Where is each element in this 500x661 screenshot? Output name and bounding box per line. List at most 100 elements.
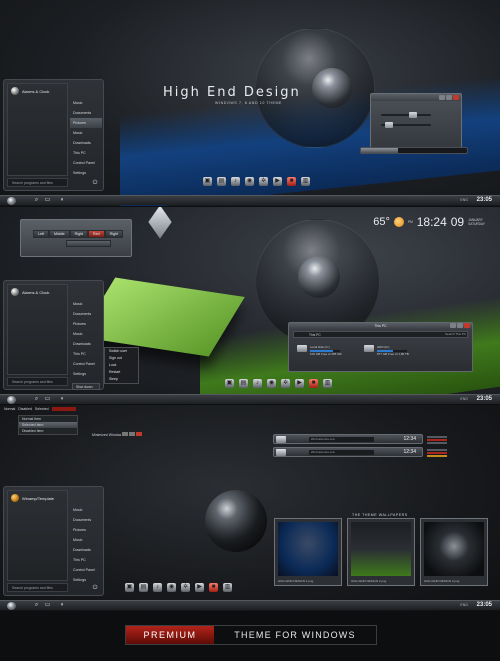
start-menu-item[interactable]: Control Panel xyxy=(70,565,102,575)
power-icon[interactable]: ⏻ xyxy=(91,584,99,592)
dock-app-icon[interactable]: ■ xyxy=(309,379,318,388)
segment-selected[interactable]: Red xyxy=(87,230,105,238)
dock-music-icon[interactable]: ♪ xyxy=(153,583,162,592)
ok-button[interactable] xyxy=(66,240,111,247)
submenu-item[interactable]: Restart xyxy=(105,369,138,376)
dock-settings-icon[interactable]: ✲ xyxy=(281,379,290,388)
start-search-input[interactable]: Search programs and files xyxy=(7,178,68,187)
dock-settings-icon[interactable]: ✲ xyxy=(181,583,190,592)
submenu-item[interactable]: Sign out xyxy=(105,355,138,362)
start-menu-item[interactable]: Pictures xyxy=(70,118,102,128)
dock-computer-icon[interactable]: ▣ xyxy=(225,379,234,388)
submenu-item[interactable]: Sleep xyxy=(105,376,138,383)
tray-language[interactable]: ENG xyxy=(460,198,468,202)
explorer-icon[interactable]: ◐ xyxy=(59,197,66,204)
close-button[interactable] xyxy=(453,95,459,100)
start-menu-item[interactable]: Documents xyxy=(70,108,102,118)
maximize-button[interactable] xyxy=(457,323,463,328)
wallpaper-thumb[interactable]: HIGH END DESIGN 1.png xyxy=(274,518,342,586)
slider-track[interactable] xyxy=(381,114,431,116)
taskbar-clock[interactable]: 23:05 xyxy=(477,197,492,203)
menu-item[interactable]: Disabled xyxy=(18,407,32,411)
dock-computer-icon[interactable]: ▣ xyxy=(203,177,212,186)
taskbar-clock[interactable]: 23:05 xyxy=(477,602,492,608)
start-menu-item[interactable]: Settings xyxy=(70,369,102,379)
dock-trash-icon[interactable]: ▥ xyxy=(223,583,232,592)
dock-globe-icon[interactable]: ◉ xyxy=(267,379,276,388)
dock-globe-icon[interactable]: ◉ xyxy=(167,583,176,592)
shutdown-button[interactable]: Shut down xyxy=(72,383,100,390)
start-menu-item[interactable]: This PC xyxy=(70,148,102,158)
taskview-icon[interactable]: ▭ xyxy=(44,602,51,609)
segment[interactable]: Middle xyxy=(49,230,70,238)
taskview-icon[interactable]: ▭ xyxy=(44,396,51,403)
dock-folder-icon[interactable]: ▤ xyxy=(217,177,226,186)
start-menu-user[interactable]: Winamp/Template xyxy=(8,491,67,505)
dock-video-icon[interactable]: ▶ xyxy=(273,177,282,186)
dock-trash-icon[interactable]: ▥ xyxy=(323,379,332,388)
dock-music-icon[interactable]: ♪ xyxy=(253,379,262,388)
explorer-icon[interactable]: ◐ xyxy=(59,396,66,403)
start-menu-item[interactable]: Music xyxy=(70,329,102,339)
menu-item[interactable]: Selected xyxy=(35,407,49,411)
dock-video-icon[interactable]: ▶ xyxy=(295,379,304,388)
search-icon[interactable]: ⌕ xyxy=(33,396,40,403)
start-button[interactable] xyxy=(7,396,16,404)
dock-folder-icon[interactable]: ▤ xyxy=(239,379,248,388)
slider-thumb[interactable] xyxy=(385,122,393,128)
tray-language[interactable]: ENG xyxy=(460,397,468,401)
menu-item[interactable]: Normal xyxy=(4,407,15,411)
dock-settings-icon[interactable]: ✲ xyxy=(259,177,268,186)
start-menu-item[interactable]: Documents xyxy=(70,515,102,525)
submenu-item[interactable]: Switch user xyxy=(105,348,138,355)
start-menu-item[interactable]: Settings xyxy=(70,168,102,178)
maximize-button[interactable] xyxy=(446,95,452,100)
start-menu-item[interactable]: Music xyxy=(70,299,102,309)
wallpaper-thumb[interactable]: HIGH END DESIGN 2.png xyxy=(347,518,415,586)
search-icon[interactable]: ⌕ xyxy=(33,197,40,204)
start-menu-item[interactable]: Downloads xyxy=(70,138,102,148)
start-menu-item[interactable]: This PC xyxy=(70,349,102,359)
segment[interactable]: Right xyxy=(104,230,123,238)
start-menu-item[interactable]: Music xyxy=(70,128,102,138)
taskbar-clock[interactable]: 23:05 xyxy=(477,396,492,402)
minimize-button[interactable] xyxy=(439,95,445,100)
minimize-button[interactable] xyxy=(450,323,456,328)
explorer-search[interactable]: Search This PC xyxy=(445,332,466,336)
tray-language[interactable]: ENG xyxy=(460,603,468,607)
explorer-title[interactable]: This PC xyxy=(289,323,472,329)
start-search-input[interactable]: Search programs and files xyxy=(7,583,68,592)
start-menu-item[interactable]: Downloads xyxy=(70,545,102,555)
dock-app-icon[interactable]: ■ xyxy=(209,583,218,592)
segment[interactable]: Left xyxy=(33,230,49,238)
dock-app-icon[interactable]: ■ xyxy=(287,177,296,186)
address-bar[interactable]: This PC xyxy=(293,331,468,338)
taskview-icon[interactable]: ▭ xyxy=(44,197,51,204)
search-icon[interactable]: ⌕ xyxy=(33,602,40,609)
close-button[interactable] xyxy=(464,323,470,328)
start-search-input[interactable]: Search programs and files xyxy=(7,377,68,386)
start-menu-item[interactable]: Control Panel xyxy=(70,158,102,168)
start-menu-item[interactable]: Music xyxy=(70,98,102,108)
start-menu-item[interactable]: Documents xyxy=(70,309,102,319)
start-menu-user[interactable]: Alarms & Clock xyxy=(8,285,67,299)
slider-thumb[interactable] xyxy=(409,112,417,118)
segment[interactable]: Right xyxy=(69,230,88,238)
start-menu-item[interactable]: Music xyxy=(70,505,102,515)
dock-folder-icon[interactable]: ▤ xyxy=(139,583,148,592)
start-menu-item[interactable]: Music xyxy=(70,535,102,545)
minimized-window[interactable]: Minimized Window xyxy=(92,432,143,437)
explorer-icon[interactable]: ◐ xyxy=(59,602,66,609)
dock-music-icon[interactable]: ♪ xyxy=(231,177,240,186)
dock-globe-icon[interactable]: ◉ xyxy=(245,177,254,186)
start-menu-user[interactable]: Alarms & Clock xyxy=(8,84,67,98)
drive-c[interactable]: Local Disk (C:) 100 GB Free of 465 GB xyxy=(297,345,342,356)
start-menu-item[interactable]: Downloads xyxy=(70,339,102,349)
dock-video-icon[interactable]: ▶ xyxy=(195,583,204,592)
start-button[interactable] xyxy=(7,602,16,610)
start-menu-item[interactable]: Control Panel xyxy=(70,359,102,369)
start-menu-item[interactable]: Pictures xyxy=(70,525,102,535)
submenu-item[interactable]: Lock xyxy=(105,362,138,369)
dock-computer-icon[interactable]: ▣ xyxy=(125,583,134,592)
start-menu-item[interactable]: Pictures xyxy=(70,319,102,329)
